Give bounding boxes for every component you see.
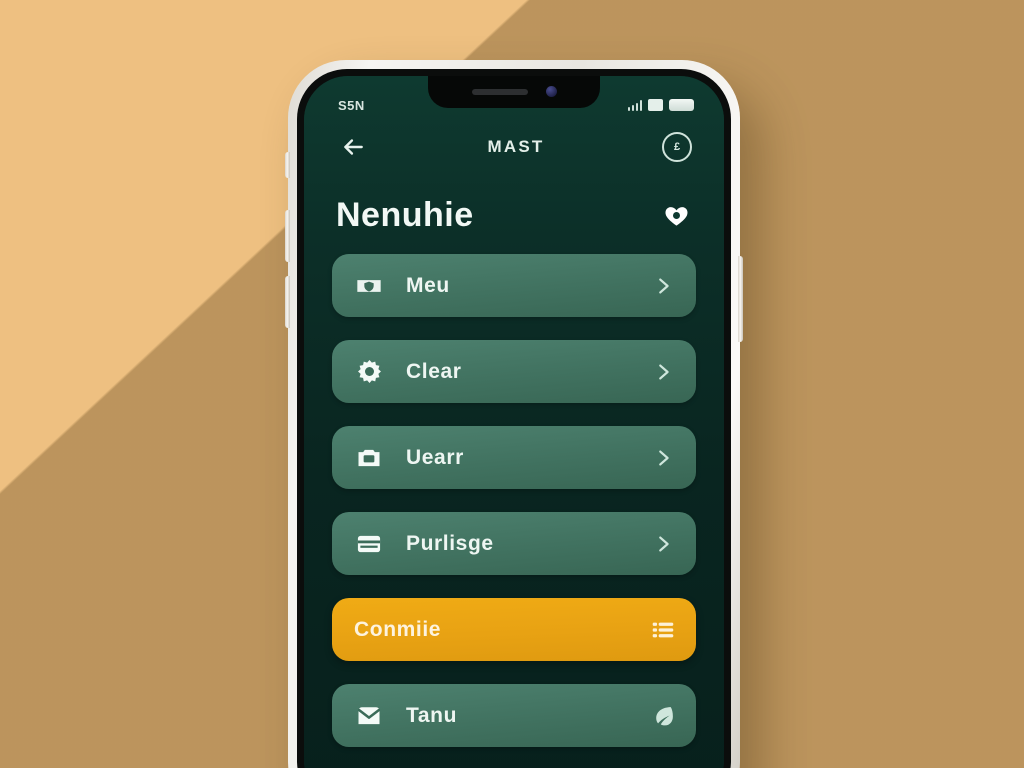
- device-notch: [428, 76, 600, 108]
- menu-item-label: Clear: [406, 359, 462, 383]
- menu-item-label: Tanu: [406, 703, 458, 727]
- earpiece-speaker-icon: [471, 88, 528, 95]
- volume-down-button[interactable]: [285, 276, 290, 328]
- menu-item-label: Uearr: [406, 445, 464, 469]
- carrier-label: S5N: [338, 97, 365, 113]
- menu-list[interactable]: Meu Clear Uearr Purlisge Conmiie Tanu: [304, 254, 724, 768]
- volume-up-button[interactable]: [285, 210, 290, 262]
- status-indicators: [627, 99, 694, 111]
- page-header: Nenuhie: [304, 180, 724, 250]
- menu-item-label: Conmiie: [354, 617, 442, 641]
- signal-bars-icon: [627, 99, 642, 111]
- menu-item-clear[interactable]: Clear: [332, 340, 696, 403]
- chevron-right-icon: [650, 359, 676, 385]
- menu-item-label: Purlisge: [406, 531, 494, 555]
- screen-title: MAST: [487, 137, 545, 156]
- back-arrow-icon[interactable]: [336, 130, 370, 164]
- credit-card-icon: [354, 529, 384, 559]
- menu-item-conmiie[interactable]: Conmiie: [332, 598, 696, 661]
- menu-item-purlisge[interactable]: Purlisge: [332, 512, 696, 575]
- chevron-right-icon: [650, 445, 676, 471]
- list-lines-icon: [650, 617, 676, 643]
- menu-item-label: Meu: [406, 273, 450, 297]
- heart-icon[interactable]: [663, 202, 690, 229]
- power-button[interactable]: [738, 256, 743, 342]
- phone-bezel: S5N MAST £ Nenuhie Meu Clear Uearr Purli…: [297, 69, 731, 768]
- gear-icon: [354, 357, 384, 387]
- mute-switch[interactable]: [285, 152, 290, 178]
- info-circle-icon[interactable]: £: [662, 132, 692, 162]
- info-circle-glyph: £: [673, 141, 681, 153]
- banknote-shield-icon: [354, 271, 384, 301]
- phone-device: S5N MAST £ Nenuhie Meu Clear Uearr Purli…: [285, 60, 743, 768]
- navigation-bar: MAST £: [304, 120, 724, 174]
- menu-item-meu[interactable]: Meu: [332, 254, 696, 317]
- leaf-icon: [650, 703, 676, 729]
- wifi-icon: [648, 99, 663, 111]
- camera-icon: [354, 443, 384, 473]
- battery-icon: [669, 99, 694, 111]
- page-title: Nenuhie: [336, 195, 474, 234]
- mail-envelope-icon: [354, 701, 384, 731]
- chevron-right-icon: [650, 273, 676, 299]
- menu-item-tanu[interactable]: Tanu: [332, 684, 696, 747]
- menu-item-uearr[interactable]: Uearr: [332, 426, 696, 489]
- phone-screen: S5N MAST £ Nenuhie Meu Clear Uearr Purli…: [304, 76, 724, 768]
- front-camera-icon: [545, 86, 557, 97]
- chevron-right-icon: [650, 531, 676, 557]
